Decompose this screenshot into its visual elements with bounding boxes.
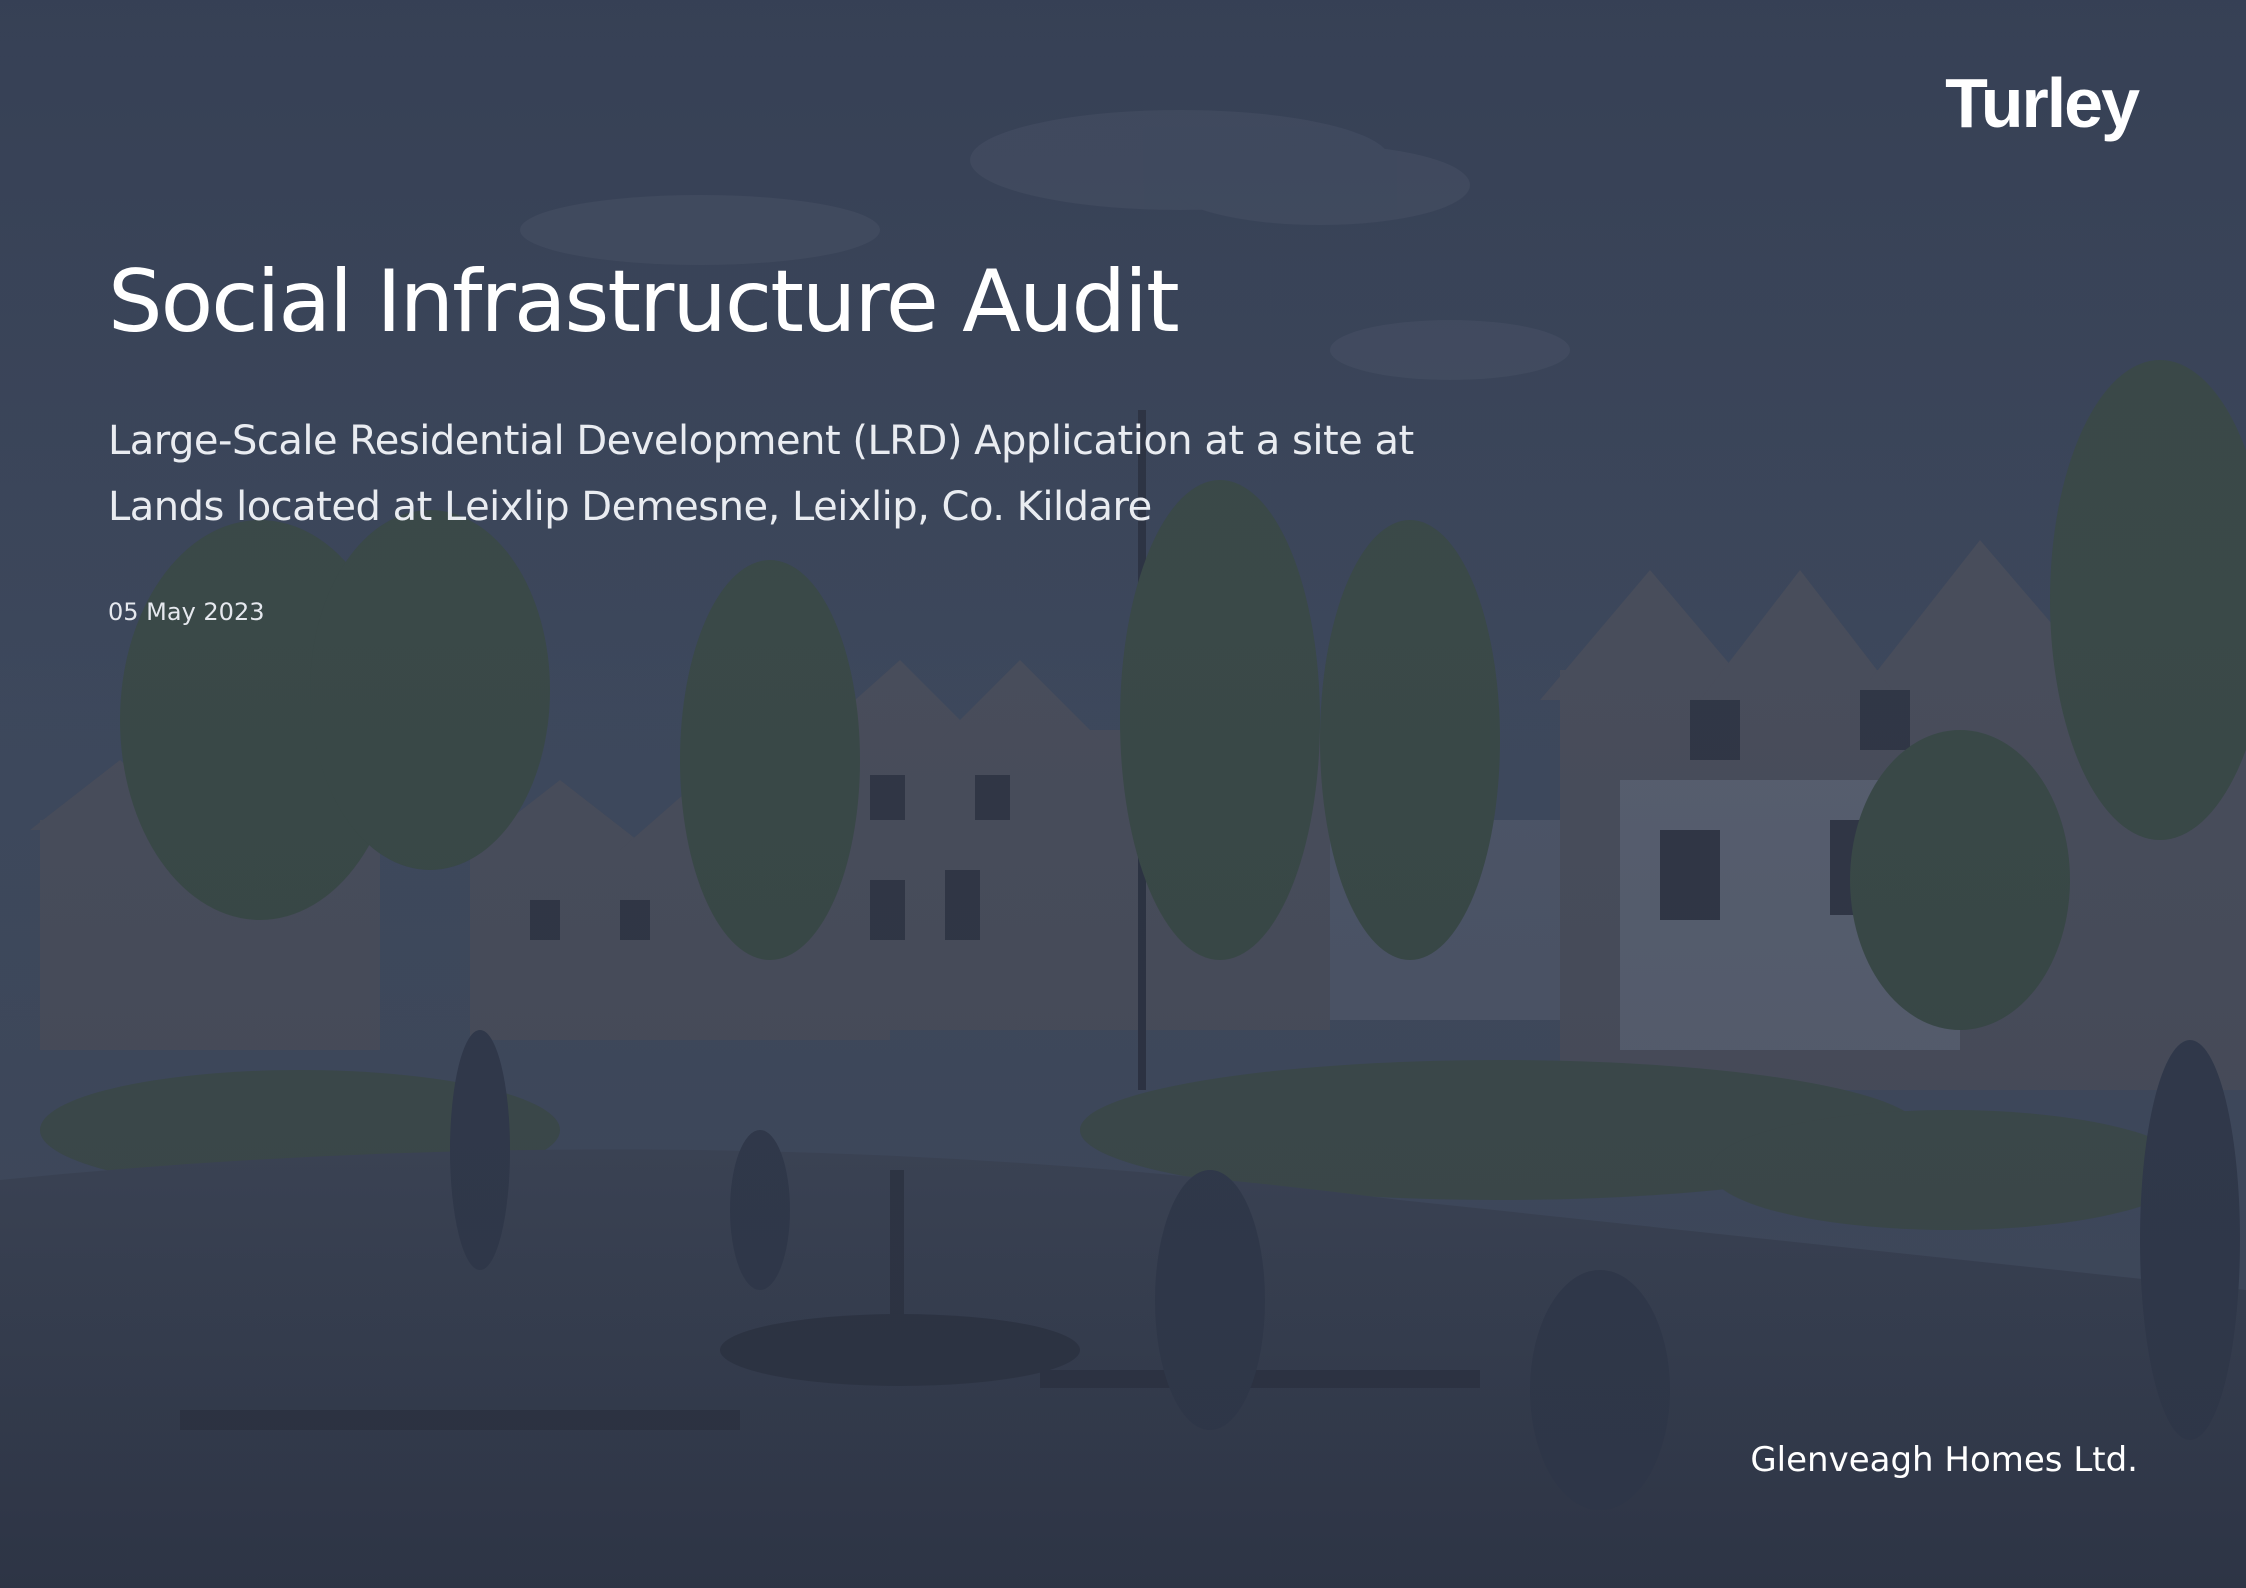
client-name: Glenveagh Homes Ltd.	[1750, 1440, 2138, 1480]
report-title: Social Infrastructure Audit	[108, 252, 1180, 352]
subtitle-line-1: Large-Scale Residential Development (LRD…	[108, 418, 1414, 464]
report-cover: Turley Social Infrastructure Audit Large…	[0, 0, 2246, 1588]
report-subtitle: Large-Scale Residential Development (LRD…	[108, 408, 1508, 540]
report-date: 05 May 2023	[108, 598, 265, 626]
colour-overlay	[0, 0, 2246, 1588]
subtitle-line-2: Lands located at Leixlip Demesne, Leixli…	[108, 484, 1152, 530]
turley-logo: Turley	[1945, 64, 2140, 142]
